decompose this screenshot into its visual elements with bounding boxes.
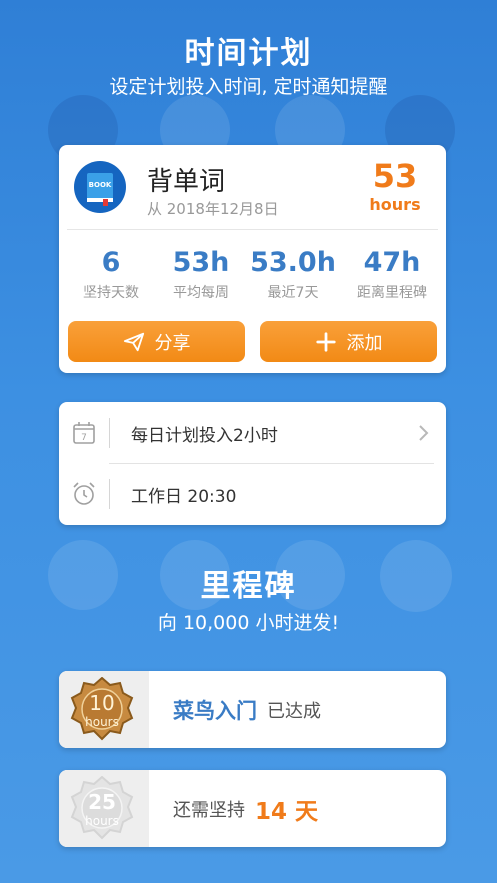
svg-text:7: 7 — [81, 433, 87, 443]
page-subtitle: 设定计划投入时间, 定时通知提醒 — [109, 76, 388, 98]
page-title: 时间计划 — [184, 36, 313, 71]
share-label: 分享 — [154, 332, 191, 354]
calendar-icon: 7 — [73, 422, 95, 444]
chevron-right-icon — [419, 425, 429, 441]
book-icon: BOOK — [74, 161, 126, 213]
reminder-text: 工作日 20:30 — [131, 486, 237, 507]
milestone-remaining: 14 天 — [255, 798, 319, 825]
paper-plane-icon — [123, 332, 144, 351]
stat-weekly-average: 53h 平均每周 — [172, 247, 230, 301]
stat-to-milestone: 47h 距离里程碑 — [357, 247, 427, 301]
milestones-title: 里程碑 — [200, 569, 297, 604]
milestone-item[interactable]: 10 hours 菜鸟入门 已达成 — [59, 671, 446, 748]
plus-icon — [315, 331, 336, 352]
plan-card: 7 每日计划投入2小时 工作日 20:30 — [59, 402, 446, 525]
total-hours-value: 53 — [372, 157, 418, 195]
habit-title: 背单词 — [147, 167, 226, 197]
divider — [67, 229, 438, 230]
bronze-badge-icon: 10 hours — [69, 676, 135, 743]
habit-card[interactable]: BOOK 背单词 从 2018年12月8日 53 hours 6 坚持天数 53… — [59, 145, 446, 373]
milestones-subtitle: 向 10,000 小时进发! — [157, 612, 340, 634]
stat-days: 6 坚持天数 — [83, 247, 139, 301]
add-label: 添加 — [346, 332, 383, 354]
share-button[interactable]: 分享 — [68, 321, 245, 362]
habit-start-date: 从 2018年12月8日 — [147, 200, 279, 218]
total-hours-unit: hours — [369, 195, 421, 214]
add-button[interactable]: 添加 — [260, 321, 437, 362]
daily-plan-text: 每日计划投入2小时 — [131, 425, 278, 446]
milestone-item[interactable]: 25 hours 还需坚持 14 天 — [59, 770, 446, 847]
stat-last-7-days: 53.0h 最近7天 — [250, 247, 336, 301]
milestone-status: 已达成 — [267, 700, 321, 722]
milestone-prefix: 还需坚持 — [173, 799, 245, 821]
alarm-clock-icon — [73, 482, 95, 505]
daily-plan-row[interactable]: 7 每日计划投入2小时 — [59, 403, 446, 463]
reminder-row[interactable]: 工作日 20:30 — [59, 464, 446, 524]
locked-badge-icon: 25 hours — [69, 775, 135, 842]
milestone-name: 菜鸟入门 — [173, 698, 257, 723]
